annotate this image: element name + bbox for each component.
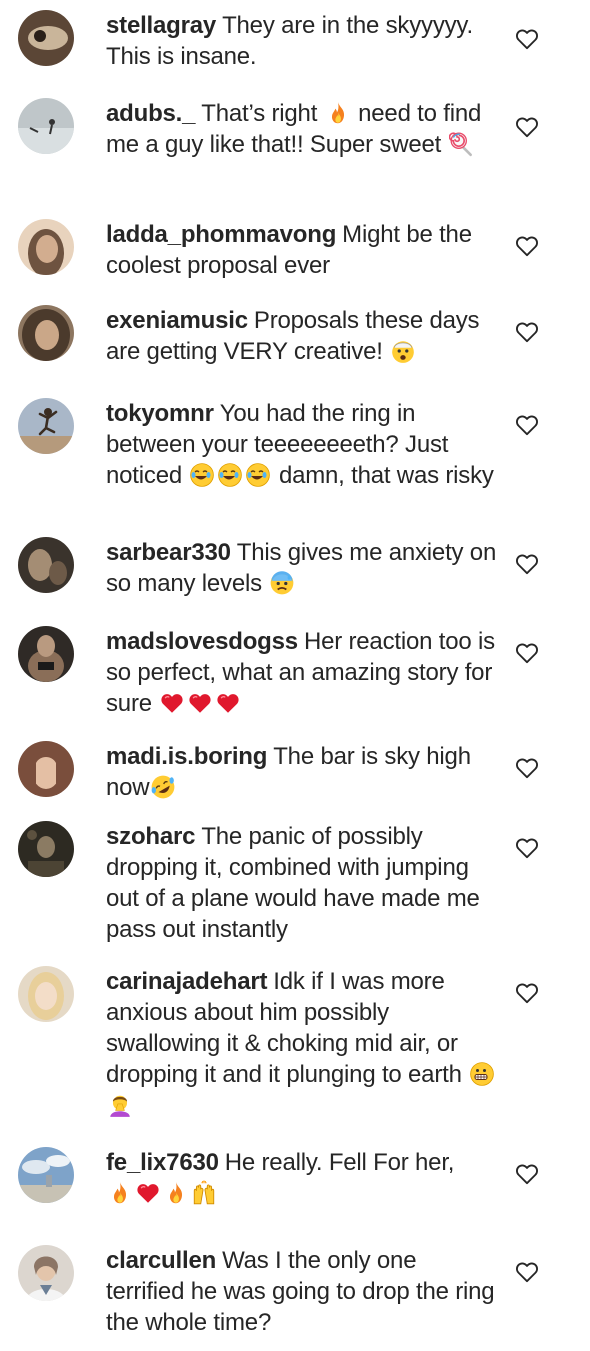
avatar[interactable] [18, 741, 74, 797]
comment-username[interactable]: tokyomnr [106, 400, 214, 427]
red-heart-icon [187, 690, 213, 716]
face-with-tears-of-joy-icon [189, 462, 215, 488]
comment-text-block: szoharc The panic of possibly dropping it… [106, 821, 498, 945]
avatar[interactable] [18, 537, 74, 593]
exploding-head-icon [392, 341, 415, 363]
comment-text-block: madi.is.boring The bar is sky high now [106, 741, 498, 803]
comment-text-block: exeniamusic Proposals these days are gett… [106, 305, 498, 367]
comment-text-block: adubs._ That’s right need to find me a gu… [106, 98, 498, 160]
anxious-face-icon [271, 571, 294, 595]
heart-icon[interactable] [514, 640, 540, 666]
comment-username[interactable]: exeniamusic [106, 307, 248, 334]
avatar[interactable] [18, 305, 74, 361]
comment-username[interactable]: clarcullen [106, 1247, 216, 1274]
heart-icon[interactable] [514, 1259, 540, 1285]
heart-icon[interactable] [514, 1161, 540, 1187]
comment-username[interactable]: madslovesdogss [106, 628, 298, 655]
heart-icon[interactable] [514, 412, 540, 438]
avatar[interactable] [18, 398, 74, 454]
red-heart-icon [135, 1180, 161, 1206]
face-with-tears-of-joy-icon [217, 462, 243, 488]
heart-icon[interactable] [514, 980, 540, 1006]
grimacing-face-icon [469, 1061, 495, 1087]
face-with-tears-of-joy-icon [245, 462, 271, 488]
heart-icon[interactable] [514, 835, 540, 861]
raising-hands-icon [193, 1180, 215, 1205]
avatar[interactable] [18, 98, 74, 154]
comment-username[interactable]: madi.is.boring [106, 743, 267, 770]
comment-text: He really. Fell For her, [224, 1149, 455, 1176]
heart-icon[interactable] [514, 26, 540, 52]
red-heart-icon [159, 690, 185, 716]
avatar[interactable] [18, 1245, 74, 1301]
person-facepalming-icon [110, 1095, 130, 1117]
comment-text-block: clarcullen Was I the only one terrified h… [106, 1245, 498, 1338]
comment-username[interactable]: adubs._ [106, 100, 195, 127]
comment-username[interactable]: fe_lix7630 [106, 1149, 219, 1176]
heart-icon[interactable] [514, 551, 540, 577]
heart-icon[interactable] [514, 114, 540, 140]
comment-text-block: ladda_phommavong Might be the coolest pro… [106, 219, 498, 281]
comment-username[interactable]: szoharc [106, 823, 196, 850]
fire-icon [107, 1180, 133, 1206]
comment-username[interactable]: sarbear330 [106, 539, 231, 566]
comment-username[interactable]: ladda_phommavong [106, 221, 336, 248]
fire-icon [163, 1180, 189, 1206]
comment-text-block: stellagray They are in the skyyyyy. This … [106, 10, 498, 72]
heart-icon[interactable] [514, 233, 540, 259]
avatar[interactable] [18, 10, 74, 66]
avatar[interactable] [18, 626, 74, 682]
lollipop-icon [449, 131, 475, 157]
comment-text-block: madslovesdogss Her reaction too is so per… [106, 626, 498, 719]
red-heart-icon [215, 690, 241, 716]
fire-icon [325, 100, 351, 126]
heart-icon[interactable] [514, 755, 540, 781]
heart-icon[interactable] [514, 319, 540, 345]
avatar[interactable] [18, 219, 74, 275]
rolling-on-floor-laughing-icon [152, 775, 175, 799]
avatar[interactable] [18, 821, 74, 877]
comment-text-continued: damn, that was risky [278, 462, 494, 489]
comment-text-block: fe_lix7630 He really. Fell For her, [106, 1147, 498, 1209]
avatar[interactable] [18, 1147, 74, 1203]
comment-text-block: tokyomnr You had the ring in between your… [106, 398, 498, 491]
comment-username[interactable]: stellagray [106, 12, 216, 39]
avatar[interactable] [18, 966, 74, 1022]
comment-text-block: carinajadehart Idk if I was more anxious … [106, 966, 498, 1121]
comment-username[interactable]: carinajadehart [106, 968, 267, 995]
comment-text: That’s right [201, 100, 318, 127]
comment-text-block: sarbear330 This gives me anxiety on so ma… [106, 537, 498, 599]
